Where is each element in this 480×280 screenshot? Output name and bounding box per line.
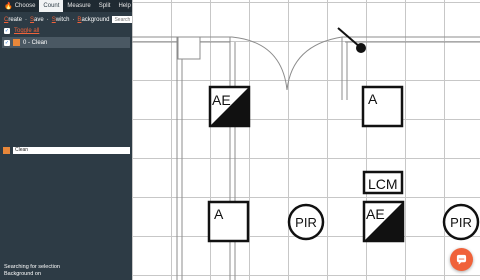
create-rest: reate <box>8 16 23 23</box>
door-swing <box>231 36 343 91</box>
ae-symbol[interactable]: AE <box>208 85 251 128</box>
tab-split[interactable]: Split <box>95 0 115 12</box>
layer-item[interactable]: ✓ 0 - Clean <box>2 37 130 48</box>
tab-measure[interactable]: Measure <box>63 0 94 12</box>
flame-icon: 🔥 <box>4 3 13 10</box>
edit-color-swatch[interactable] <box>3 147 10 154</box>
layer-color-swatch <box>13 39 20 46</box>
save-rest: ave <box>34 16 44 23</box>
background-rest: ackground <box>81 16 110 23</box>
separator: · <box>25 16 28 23</box>
layer-edit-row: Clean <box>3 147 130 154</box>
status-panel: Searching for selection Background on <box>4 264 60 278</box>
chat-button[interactable] <box>450 248 473 271</box>
separator: · <box>72 16 75 23</box>
create-link[interactable]: Create <box>4 17 22 23</box>
toggle-all-checkbox[interactable]: ✓ <box>4 28 10 34</box>
a-symbol[interactable]: A <box>361 85 404 128</box>
sidebar: 🔥 Choose Count Measure Split Help Create… <box>0 0 147 280</box>
tab-help-label: Help <box>118 3 131 9</box>
tab-bar: 🔥 Choose Count Measure Split Help <box>0 0 132 12</box>
switch-rest: witch <box>55 16 70 23</box>
pir-symbol[interactable]: PIR <box>287 203 325 241</box>
tab-split-label: Split <box>98 3 111 9</box>
drawing-canvas[interactable]: AE A LCM A PIR AE PIR <box>132 0 480 280</box>
toggle-all-row[interactable]: ✓ Toggle all <box>4 28 39 34</box>
status-line-background: Background on <box>4 271 41 277</box>
ae-label: AE <box>366 206 385 222</box>
background-link[interactable]: Background <box>77 17 109 23</box>
tab-choose-label: Choose <box>14 3 36 9</box>
separator: · <box>46 16 49 23</box>
action-bar: Create · Save · Switch · Background <box>4 15 147 24</box>
tab-count-label: Count <box>43 3 60 9</box>
save-link[interactable]: Save <box>30 17 44 23</box>
walls <box>132 36 480 280</box>
status-line-selection: Searching for selection <box>4 264 60 270</box>
layer-name-input[interactable]: Clean <box>13 147 130 154</box>
ae-label: AE <box>212 92 231 108</box>
tab-choose[interactable]: 🔥 Choose <box>0 0 39 12</box>
pir-label: PIR <box>450 215 472 230</box>
toggle-all-label[interactable]: Toggle all <box>14 28 39 34</box>
tab-count[interactable]: Count <box>39 0 64 12</box>
a-label: A <box>214 206 224 222</box>
switch-link[interactable]: Switch <box>52 17 70 23</box>
pir-label: PIR <box>295 215 317 230</box>
a-symbol[interactable]: A <box>207 200 250 243</box>
a-label: A <box>368 91 378 107</box>
ae-symbol[interactable]: AE <box>362 200 405 243</box>
layer-checkbox[interactable]: ✓ <box>4 39 10 46</box>
floor-plan: AE A LCM A PIR AE PIR <box>132 27 480 280</box>
lcm-symbol[interactable]: LCM <box>362 170 404 195</box>
pir-symbol[interactable]: PIR <box>442 203 480 241</box>
chat-icon <box>456 254 467 265</box>
tab-measure-label: Measure <box>67 3 91 9</box>
lcm-label: LCM <box>368 176 398 192</box>
layer-label: 0 - Clean <box>23 39 48 46</box>
